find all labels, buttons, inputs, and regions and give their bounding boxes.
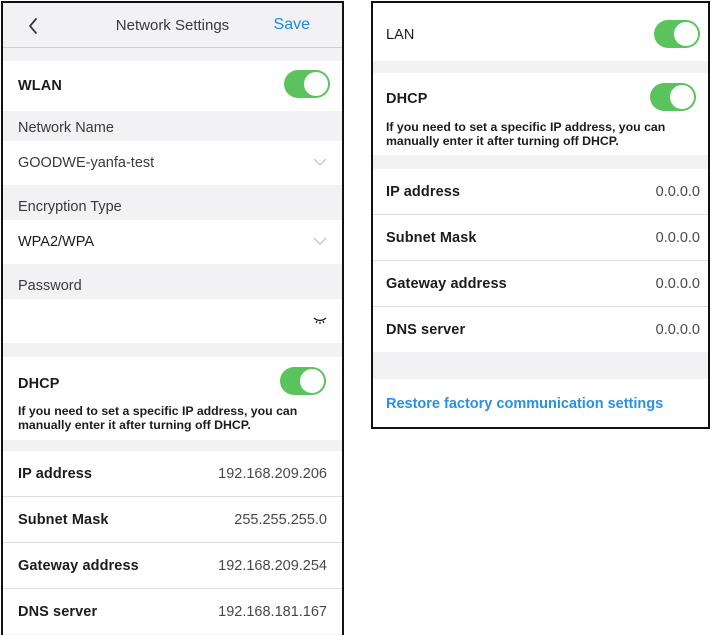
- network-name-label: Network Name: [18, 120, 114, 136]
- eye-closed-icon[interactable]: [313, 315, 327, 325]
- password-input[interactable]: [3, 299, 342, 343]
- encryption-type-select[interactable]: WPA2/WPA: [3, 220, 342, 264]
- encryption-type-value: WPA2/WPA: [18, 234, 94, 250]
- nav-header: Network Settings Save: [3, 3, 342, 47]
- list-item[interactable]: Gateway address 0.0.0.0: [373, 261, 708, 306]
- save-button[interactable]: Save: [274, 16, 310, 34]
- wlan-label: WLAN: [18, 78, 62, 94]
- lan-dhcp-row: DHCP If you need to set a specific IP ad…: [373, 73, 708, 155]
- lan-label: LAN: [386, 27, 415, 43]
- dhcp-toggle[interactable]: [280, 367, 326, 395]
- password-label: Password: [18, 278, 82, 294]
- dhcp-note: If you need to set a specific IP address…: [18, 404, 298, 432]
- dhcp-label: DHCP: [18, 376, 60, 392]
- network-name-value: GOODWE-yanfa-test: [18, 155, 155, 171]
- wlan-settings-screen: Network Settings Save WLAN Network Name …: [1, 1, 344, 635]
- chevron-down-icon: [313, 237, 327, 245]
- restore-row: Restore factory communication settings: [373, 379, 708, 427]
- dhcp-row: DHCP If you need to set a specific IP ad…: [3, 357, 342, 440]
- list-item[interactable]: Subnet Mask 0.0.0.0: [373, 215, 708, 260]
- wlan-row: WLAN: [3, 61, 342, 111]
- list-item[interactable]: Subnet Mask 255.255.255.0: [3, 497, 342, 542]
- lan-toggle[interactable]: [654, 20, 700, 48]
- lan-ip-list: IP address 0.0.0.0 Subnet Mask 0.0.0.0 G…: [373, 169, 708, 352]
- network-name-select[interactable]: GOODWE-yanfa-test: [3, 141, 342, 185]
- lan-row: LAN: [373, 3, 708, 61]
- encryption-type-label: Encryption Type: [18, 199, 122, 215]
- dhcp-note: If you need to set a specific IP address…: [386, 120, 666, 148]
- list-item[interactable]: DNS server 0.0.0.0: [373, 307, 708, 352]
- list-item[interactable]: DNS server 192.168.181.167: [3, 589, 342, 634]
- lan-settings-screen: LAN DHCP If you need to set a specific I…: [371, 1, 710, 429]
- wlan-ip-list: IP address 192.168.209.206 Subnet Mask 2…: [3, 451, 342, 634]
- dhcp-toggle[interactable]: [650, 83, 696, 111]
- dhcp-label: DHCP: [386, 91, 428, 107]
- restore-factory-settings-link[interactable]: Restore factory communication settings: [386, 396, 663, 412]
- chevron-down-icon: [313, 158, 327, 166]
- list-item[interactable]: IP address 192.168.209.206: [3, 451, 342, 496]
- wlan-toggle[interactable]: [284, 70, 330, 98]
- list-item[interactable]: Gateway address 192.168.209.254: [3, 543, 342, 588]
- list-item[interactable]: IP address 0.0.0.0: [373, 169, 708, 214]
